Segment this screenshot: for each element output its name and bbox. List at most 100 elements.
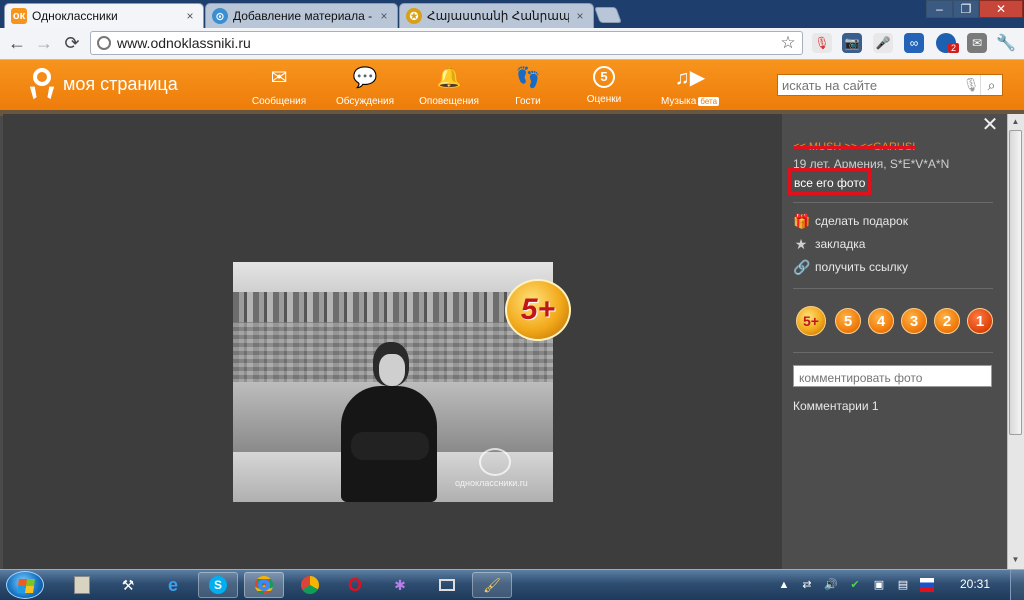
comments-count[interactable]: Комментарии 1 [793,399,879,413]
reload-button[interactable]: ⟳ [61,32,83,54]
bookmark-action[interactable]: ★ закладка [793,235,866,253]
nav-label: Гости [515,96,541,107]
scroll-down-arrow-icon[interactable]: ▼ [1009,553,1022,567]
tray-check-icon[interactable]: ✔ [848,578,862,592]
paint-icon: 🖌 [483,576,501,593]
chrome-icon [255,576,273,594]
rate-five-button[interactable]: 5 [835,308,861,334]
start-button[interactable] [6,571,44,599]
scrollbar-thumb[interactable] [1009,130,1022,435]
taskbar-app-window[interactable] [427,572,467,598]
bookmark-star-icon[interactable]: ☆ [778,33,798,53]
taskbar-app-spider[interactable]: ✱ [380,572,420,598]
nav-label: Музыка [660,96,697,107]
photo-watermark: одноклассники.ru [455,478,528,488]
action-label: получить ссылку [815,260,908,274]
photo-image[interactable]: одноклассники.ru [233,262,553,502]
tab-odnoklassniki[interactable]: ок Одноклассники × [4,3,204,28]
show-desktop-button[interactable] [1010,570,1024,600]
nav-notifications[interactable]: 🔔 Оповещения [414,66,484,107]
close-window-button[interactable]: ✕ [979,0,1023,18]
nav-messages[interactable]: ✉ Сообщения [244,66,314,107]
minimize-button[interactable]: – [926,0,953,18]
chat-icon: 💬 [352,67,378,89]
taskbar-app-skype[interactable]: S [198,572,238,598]
taskbar-app-ie[interactable]: e [153,572,193,598]
all-photos-highlight: все его фото [788,168,871,195]
tab-close-icon[interactable]: × [377,9,391,23]
back-button[interactable]: ← [6,32,28,54]
window-controls: – ❐ ✕ [926,0,1023,18]
tray-display-icon[interactable]: ▣ [872,578,886,592]
tab-add-material[interactable]: ⊙ Добавление материала - × [205,3,398,28]
window-icon [439,579,455,591]
tab-close-icon[interactable]: × [183,9,197,23]
wrench-menu-icon[interactable]: 🔧 [996,33,1016,53]
spider-icon: ✱ [394,576,406,593]
rate-one-button[interactable]: 1 [967,308,993,334]
get-link-action[interactable]: 🔗 получить ссылку [793,258,908,276]
rate-five-plus-button[interactable]: 5+ [796,306,826,336]
tray-language-flag-icon[interactable] [920,578,934,592]
tools-icon: ⚒ [121,576,135,593]
user-name-link[interactable]: << MUSH >> <<GARUSI [793,141,915,153]
document-icon [74,576,90,594]
tab-armenia[interactable]: ✪ Հայաստանի Հանրապետւ × [399,3,594,28]
nav-guests[interactable]: 👣 Гости [493,66,563,107]
music-icon: ♫▶ [674,67,706,89]
armenia-favicon-icon: ✪ [406,8,422,24]
divider [793,288,993,289]
voice-extension-icon[interactable]: 🎤 [873,33,893,53]
gift-icon: 🎁 [793,213,811,229]
nav-ratings[interactable]: 5 Оценки [569,66,639,105]
ok-logo-icon[interactable] [29,68,55,102]
bell-icon: 🔔 [436,67,462,89]
tray-device-icon[interactable]: ▤ [896,578,910,592]
tray-network-icon[interactable]: ⇄ [800,578,814,592]
tray-expand-icon[interactable]: ▲ [777,578,791,592]
address-url[interactable]: www.odnoklassniki.ru [117,35,778,51]
site-favicon-icon: ⊙ [212,8,228,24]
search-icon[interactable]: ⌕ [980,75,1002,95]
link-extension-icon[interactable]: ∞ [904,33,924,53]
taskbar-app-explorer[interactable] [62,572,102,598]
address-bar[interactable]: www.odnoklassniki.ru ☆ [90,31,803,55]
tray-volume-icon[interactable]: 🔊 [824,578,838,592]
notification-extension-icon[interactable]: 2 [936,33,960,53]
rate-four-button[interactable]: 4 [868,308,894,334]
taskbar-app-tool[interactable]: ⚒ [108,572,148,598]
five-plus-badge-label: 5+ [520,293,556,326]
close-viewer-button[interactable]: ✕ [981,115,999,135]
taskbar-clock[interactable]: 20:31 [960,577,990,591]
make-gift-action[interactable]: 🎁 сделать подарок [793,212,908,230]
taskbar-app-opera[interactable]: O [335,572,375,598]
scroll-up-arrow-icon[interactable]: ▲ [1009,115,1022,129]
nav-music[interactable]: ♫▶ Музыка бета [652,66,728,107]
mail-extension-icon[interactable]: ✉ [967,33,987,53]
taskbar-app-chrome[interactable] [244,572,284,598]
microphone-icon[interactable]: 🎙 [962,77,980,93]
watermark-logo-icon [479,448,511,476]
nav-label: Сообщения [251,96,307,107]
nav-discussions[interactable]: 💬 Обсуждения [330,66,400,107]
taskbar-app-chrome-2[interactable] [290,572,330,598]
my-page-link[interactable]: моя страница [63,74,178,95]
envelope-icon: ✉ [270,67,288,89]
site-search-input[interactable] [782,77,962,93]
forward-button[interactable]: → [33,32,55,54]
comment-field[interactable] [793,365,992,387]
browser-icon [301,576,319,594]
microphone-extension-icon[interactable]: 🎙 [812,33,832,53]
camera-extension-icon[interactable]: 📷 [842,33,862,53]
tab-close-icon[interactable]: × [573,9,587,23]
site-search[interactable]: 🎙 ⌕ [777,74,1003,96]
tab-title: Հայաստանի Հանրապետւ [427,9,569,23]
comment-input[interactable] [799,371,986,385]
taskbar-app-paint[interactable]: 🖌 [472,572,512,598]
windows-flag-icon [17,579,35,593]
maximize-button[interactable]: ❐ [953,0,979,18]
all-photos-link[interactable]: все его фото [794,176,865,190]
skype-icon: S [209,576,227,594]
rate-two-button[interactable]: 2 [934,308,960,334]
rate-three-button[interactable]: 3 [901,308,927,334]
